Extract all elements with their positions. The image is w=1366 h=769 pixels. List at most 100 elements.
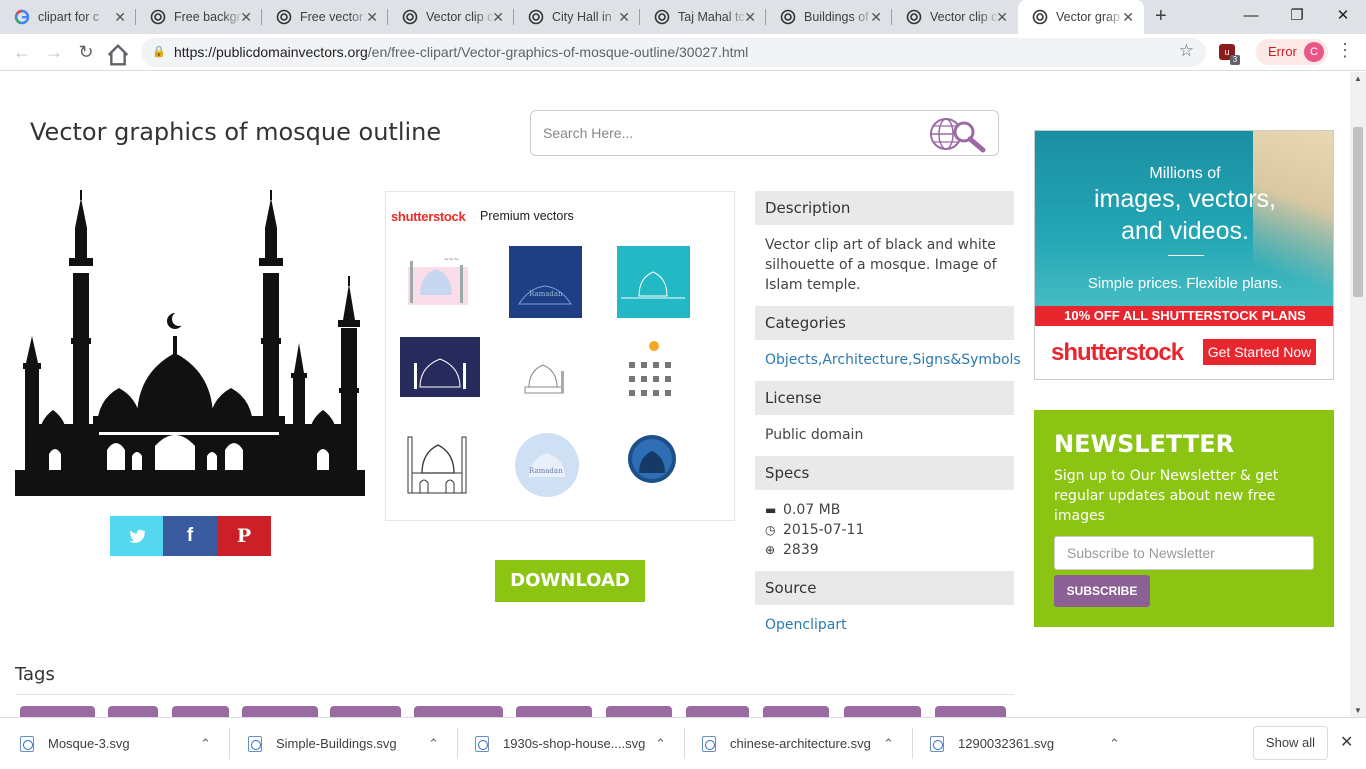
- tab-close-icon[interactable]: ✕: [492, 9, 504, 26]
- home-icon[interactable]: [106, 43, 130, 67]
- extension-icon[interactable]: u3: [1219, 44, 1240, 65]
- page-content: Vector graphics of mosque outline Search…: [0, 72, 1350, 717]
- browser-tab[interactable]: City Hall in ✕: [514, 0, 640, 34]
- tab-title: Free backgr: [174, 10, 241, 24]
- chevron-up-icon[interactable]: ⌃: [200, 736, 211, 752]
- tab-close-icon[interactable]: ✕: [996, 9, 1008, 26]
- shutterstock-ad[interactable]: Millions of images, vectors, and videos.…: [1034, 130, 1334, 380]
- browser-tab[interactable]: Vector clip c ✕: [892, 0, 1018, 34]
- address-bar[interactable]: 🔒 https://publicdomainvectors.org/en/fre…: [141, 38, 1206, 67]
- download-item[interactable]: Simple-Buildings.svg ⌃: [230, 718, 458, 769]
- close-downloads-icon[interactable]: ✕: [1340, 732, 1353, 752]
- tag-pill[interactable]: [516, 706, 592, 717]
- url-path: /en/free-clipart/Vector-graphics-of-mosq…: [367, 44, 749, 60]
- browser-tab[interactable]: Taj Mahal tc ✕: [640, 0, 766, 34]
- download-item[interactable]: 1290032361.svg ⌃: [913, 718, 1141, 769]
- premium-thumbnail[interactable]: Ramadan: [509, 427, 589, 499]
- download-item[interactable]: chinese-architecture.svg ⌃: [685, 718, 913, 769]
- premium-thumbnail[interactable]: [617, 427, 697, 499]
- spec-size-row: ▬ 0.07 MB: [765, 500, 1005, 520]
- tab-close-icon[interactable]: ✕: [744, 9, 756, 26]
- premium-thumbnail[interactable]: [400, 427, 480, 499]
- tag-pill[interactable]: [686, 706, 749, 717]
- page-scrollbar[interactable]: ▲ ▼: [1350, 72, 1366, 717]
- forward-icon[interactable]: →: [42, 41, 66, 65]
- category-link[interactable]: Signs&Symbols: [913, 352, 1021, 368]
- tab-close-icon[interactable]: ✕: [618, 9, 630, 26]
- kebab-menu-icon[interactable]: ⋮: [1336, 40, 1354, 61]
- source-link[interactable]: Openclipart: [765, 617, 847, 633]
- search-input[interactable]: [532, 112, 922, 154]
- tag-pill[interactable]: [108, 706, 158, 717]
- extension-badge: 3: [1230, 55, 1240, 65]
- profile-error-button[interactable]: Error C: [1256, 39, 1328, 65]
- file-icon: [702, 735, 716, 752]
- minimize-icon[interactable]: —: [1228, 0, 1274, 34]
- new-tab-icon[interactable]: +: [1155, 5, 1167, 28]
- premium-thumbnail[interactable]: ~~~: [400, 247, 480, 319]
- ad-offer-bar: 10% OFF ALL SHUTTERSTOCK PLANS: [1035, 306, 1333, 326]
- search-icon[interactable]: [928, 114, 988, 154]
- premium-thumbnail[interactable]: [617, 246, 697, 318]
- bookmark-star-icon[interactable]: ☆: [1179, 41, 1194, 61]
- premium-thumbnail[interactable]: [400, 337, 480, 409]
- reload-icon[interactable]: ↻: [74, 41, 98, 65]
- get-started-button[interactable]: Get Started Now: [1203, 339, 1316, 365]
- tag-pill[interactable]: [606, 706, 672, 717]
- maximize-icon[interactable]: ❐: [1274, 0, 1320, 34]
- pdv-icon: [528, 9, 544, 25]
- download-button[interactable]: DOWNLOAD: [495, 560, 645, 602]
- tag-pill[interactable]: [20, 706, 95, 717]
- newsletter-email-input[interactable]: [1054, 536, 1314, 570]
- close-window-icon[interactable]: ✕: [1320, 0, 1366, 34]
- clock-icon: ◷: [765, 523, 776, 537]
- scrollbar-thumb[interactable]: [1353, 127, 1363, 297]
- download-filename: chinese-architecture.svg: [730, 736, 871, 751]
- tag-pill[interactable]: [844, 706, 921, 717]
- tab-close-icon[interactable]: ✕: [240, 9, 252, 26]
- ad-line-2: images, vectors,: [1093, 185, 1276, 213]
- download-item[interactable]: 1930s-shop-house....svg ⌃: [458, 718, 685, 769]
- facebook-share-button[interactable]: f: [163, 516, 217, 556]
- browser-tab[interactable]: Vector clip c ✕: [388, 0, 514, 34]
- scroll-up-icon[interactable]: ▲: [1354, 74, 1362, 83]
- pinterest-share-button[interactable]: P: [217, 516, 271, 556]
- tab-title: Vector grap: [1056, 10, 1120, 24]
- premium-thumbnail[interactable]: [509, 337, 589, 409]
- tag-pill[interactable]: [242, 706, 318, 717]
- tag-pill[interactable]: [330, 706, 401, 717]
- tab-close-icon[interactable]: ✕: [366, 9, 378, 26]
- premium-thumbnail[interactable]: Ramadan: [509, 246, 589, 318]
- tag-pill[interactable]: [414, 706, 503, 717]
- download-filename: Mosque-3.svg: [48, 736, 130, 751]
- scroll-down-icon[interactable]: ▼: [1354, 706, 1362, 715]
- chevron-up-icon[interactable]: ⌃: [883, 736, 894, 752]
- mosque-silhouette-image[interactable]: [15, 188, 365, 498]
- tag-pill[interactable]: [935, 706, 1006, 717]
- download-item[interactable]: Mosque-3.svg ⌃: [0, 718, 230, 769]
- chevron-up-icon[interactable]: ⌃: [655, 736, 666, 752]
- tag-pill[interactable]: [763, 706, 829, 717]
- premium-thumbnail[interactable]: [617, 332, 697, 404]
- twitter-share-button[interactable]: [110, 516, 164, 556]
- category-link[interactable]: Objects: [765, 352, 818, 368]
- file-icon: [20, 735, 34, 752]
- facebook-icon: f: [186, 525, 194, 546]
- browser-tab[interactable]: Buildings of ✕: [766, 0, 892, 34]
- browser-tab[interactable]: Free vector ✕: [262, 0, 388, 34]
- browser-tab-active[interactable]: Vector grap ✕: [1018, 0, 1144, 34]
- show-all-downloads-button[interactable]: Show all: [1253, 726, 1328, 760]
- shutterstock-logo[interactable]: shutterstock: [391, 209, 466, 224]
- tab-close-icon[interactable]: ✕: [114, 9, 126, 26]
- tab-title: Buildings of: [804, 10, 869, 24]
- subscribe-button[interactable]: SUBSCRIBE: [1054, 575, 1150, 607]
- tab-close-icon[interactable]: ✕: [870, 9, 882, 26]
- chevron-up-icon[interactable]: ⌃: [1109, 736, 1120, 752]
- chevron-up-icon[interactable]: ⌃: [428, 736, 439, 752]
- category-link[interactable]: Architecture: [822, 352, 908, 368]
- tag-pill[interactable]: [172, 706, 229, 717]
- back-icon[interactable]: ←: [10, 41, 34, 65]
- tab-close-icon[interactable]: ✕: [1122, 9, 1134, 26]
- browser-tab[interactable]: Free backgr ✕: [136, 0, 262, 34]
- browser-tab[interactable]: clipart for c ✕: [0, 0, 136, 34]
